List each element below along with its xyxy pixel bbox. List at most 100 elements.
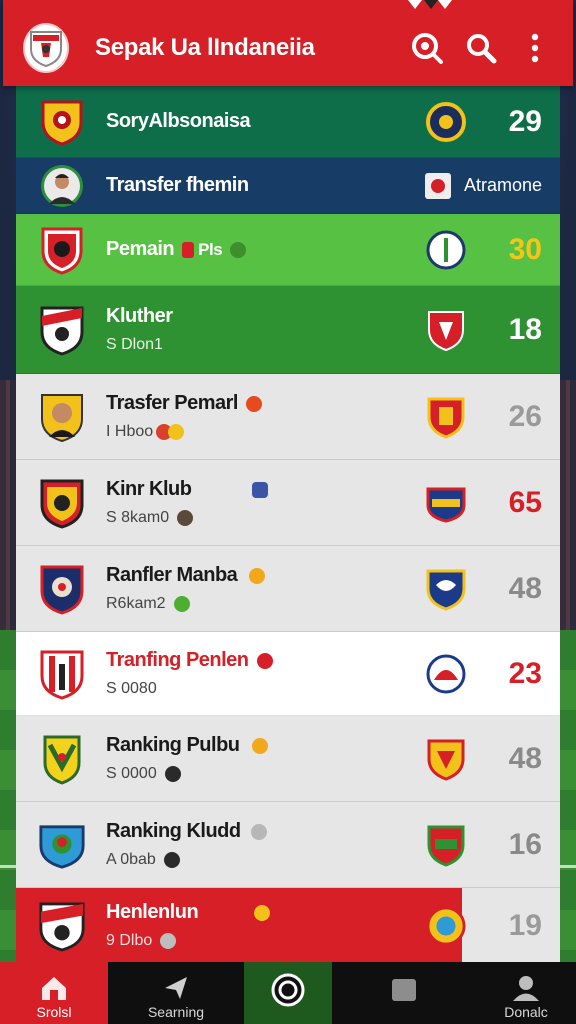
row-title: Ranking Kludd <box>106 820 241 842</box>
row-title: Tranfing Penlen <box>106 649 249 671</box>
nav-item-stats[interactable] <box>332 962 476 1024</box>
home-icon <box>42 977 66 1000</box>
club-crest-icon <box>38 901 86 951</box>
row-title: Kinr Klub <box>106 478 192 500</box>
app-title: Sepak Ua lIndaneiia <box>95 34 315 61</box>
status-dot-icon <box>163 852 180 868</box>
nav-item-search[interactable]: Searning <box>108 962 244 1024</box>
row-title: Transfer fhemin <box>106 174 249 196</box>
flag-icon <box>251 481 268 498</box>
status-dot-icon <box>177 510 194 526</box>
row-stat: 23 <box>508 656 542 690</box>
row-stat: 65 <box>508 485 542 519</box>
team-badge-icon <box>426 653 466 695</box>
team-badge-icon <box>426 396 466 439</box>
list-item[interactable]: Henlenlun 9 Dlbo 19 <box>16 888 560 964</box>
row-subtitle: S 0080 <box>106 680 157 697</box>
team-badge-icon <box>426 824 466 867</box>
list-item[interactable]: Ranking Kludd A 0bab 16 <box>16 802 560 888</box>
list-item[interactable]: Pemain Pls 30 <box>16 214 560 286</box>
bottom-navigation: Srolsl Searning Donalc <box>0 962 576 1024</box>
row-subtitle: 9 Dlbo <box>106 932 153 949</box>
team-badge-icon <box>426 101 466 143</box>
row-stat: 26 <box>508 399 542 433</box>
row-title-extra: Pls <box>198 239 223 259</box>
row-stat: 18 <box>508 312 542 346</box>
row-stat: 48 <box>508 741 542 775</box>
team-badge-icon <box>426 482 466 524</box>
row-title: Kluther <box>106 305 173 327</box>
club-crest-icon <box>38 226 86 275</box>
nav-item-center[interactable] <box>244 962 332 1024</box>
status-dot-icon <box>245 395 262 412</box>
status-dot-icon <box>254 904 271 921</box>
nav-item-profile[interactable]: Donalc <box>476 962 576 1024</box>
status-dot-icon <box>256 652 273 669</box>
club-crest-icon <box>38 98 86 146</box>
row-subtitle: S 0000 <box>106 765 157 782</box>
row-title: Ranfler Manba <box>106 564 238 586</box>
nav-label: Srolsl <box>36 1004 72 1020</box>
team-badge-icon <box>426 229 466 271</box>
row-stat: 30 <box>508 232 542 266</box>
nav-label: Donalc <box>504 1004 548 1020</box>
row-stat: 29 <box>508 104 542 138</box>
ball-icon <box>271 973 305 1007</box>
club-crest-icon <box>38 821 86 869</box>
team-badge-icon <box>426 738 466 781</box>
nav-label: Searning <box>147 1004 205 1020</box>
row-title: Trasfer Pemarl <box>106 392 238 414</box>
list-item[interactable]: Ranfler Manba R6kam2 48 <box>16 546 560 632</box>
row-stat: Atramone <box>463 175 542 195</box>
status-dot-icon <box>160 933 177 949</box>
logo-crest-icon[interactable] <box>23 23 69 73</box>
row-stat: 48 <box>508 571 542 605</box>
status-dot-icon <box>168 424 185 440</box>
list-item[interactable]: Kluther S Dlon1 18 <box>16 286 560 374</box>
team-badge-icon <box>426 568 466 611</box>
club-crest-icon <box>38 565 86 615</box>
list-item-selected[interactable]: Tranfing Penlen S 0080 23 <box>16 632 560 716</box>
status-dot-icon <box>250 823 267 840</box>
list-item[interactable]: Transfer fhemin Atramone <box>16 158 560 214</box>
status-dot-icon <box>249 567 266 584</box>
row-stat: 16 <box>508 827 542 861</box>
club-crest-icon <box>38 306 86 356</box>
live-search-icon[interactable] <box>407 28 447 68</box>
player-avatar <box>38 162 86 210</box>
team-badge-icon <box>426 309 466 351</box>
list-item[interactable]: Ranking Pulbu S 0000 48 <box>16 716 560 802</box>
row-subtitle: I Hboo <box>106 423 154 440</box>
club-crest-icon <box>38 393 86 442</box>
status-dot-icon <box>164 766 181 782</box>
row-subtitle: A 0bab <box>106 851 156 868</box>
app-bar: Sepak Ua lIndaneiia <box>3 0 573 86</box>
square-icon <box>392 979 416 1001</box>
status-dot-icon <box>173 596 190 612</box>
row-subtitle: S 8kam0 <box>106 509 170 526</box>
list-item[interactable]: SoryAlbsonaisa 29 <box>16 86 560 158</box>
status-indicator <box>408 0 454 12</box>
row-title: Pemain <box>106 238 175 260</box>
row-title: Henlenlun <box>106 901 199 923</box>
status-dot-icon <box>251 737 268 754</box>
club-crest-icon <box>38 650 86 700</box>
row-subtitle: S Dlon1 <box>106 336 163 353</box>
more-vertical-icon[interactable] <box>515 28 555 68</box>
send-icon <box>165 977 187 999</box>
profile-icon <box>513 976 539 1001</box>
team-badge-icon <box>426 905 466 947</box>
row-title: Ranking Pulbu <box>106 734 240 756</box>
transfer-badge-icon <box>418 165 458 207</box>
row-title: SoryAlbsonaisa <box>106 110 251 132</box>
row-stat: 19 <box>508 908 542 942</box>
list-item[interactable]: Trasfer Pemarl I Hboo 26 <box>16 374 560 460</box>
row-subtitle: R6kam2 <box>106 595 166 612</box>
nav-item-home[interactable]: Srolsl <box>0 962 108 1024</box>
status-dot-icon <box>230 241 247 258</box>
club-crest-icon <box>38 479 86 529</box>
flag-icon <box>182 241 195 258</box>
list-item[interactable]: Kinr Klub S 8kam0 65 <box>16 460 560 546</box>
ranking-list: SoryAlbsonaisa 29 Transfer fhemin Atramo… <box>16 86 560 964</box>
search-icon[interactable] <box>461 28 501 68</box>
